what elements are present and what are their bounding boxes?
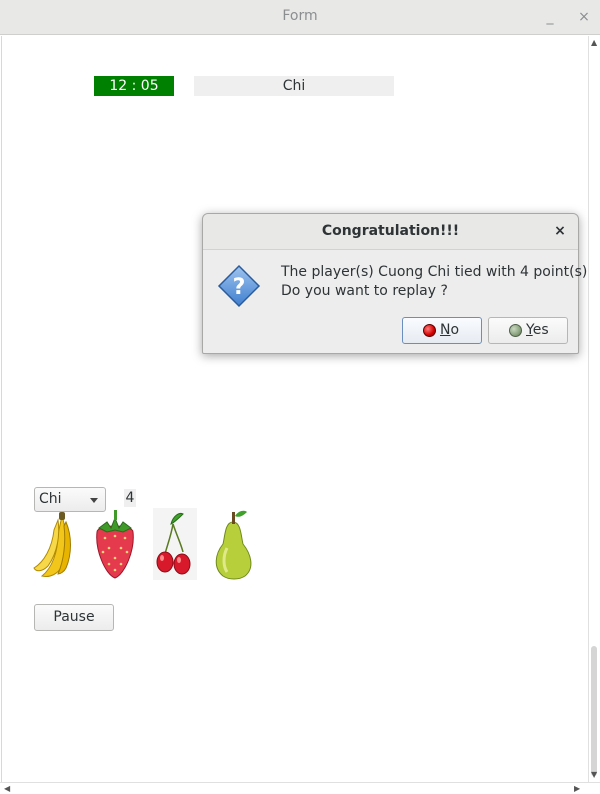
timer-display: 12 : 05 — [94, 76, 174, 96]
horizontal-scrollbar[interactable]: ◀ ▶ — [0, 782, 600, 794]
dialog-message: The player(s) Cuong Chi tied with 4 poin… — [281, 263, 587, 301]
question-icon: ? — [217, 264, 261, 308]
chevron-down-icon — [90, 498, 98, 503]
no-button[interactable]: No — [402, 317, 482, 344]
scroll-down-icon[interactable]: ▼ — [591, 770, 597, 779]
minimize-button[interactable]: _ — [540, 7, 560, 27]
main-window: Form _ × 12 : 05 Chi Chi 4 Pause ▲ ▼ ◀ ▶… — [0, 0, 600, 794]
dialog-title-bar[interactable]: Congratulation!!! × — [203, 214, 578, 250]
yes-button[interactable]: Yes — [488, 317, 568, 344]
scroll-up-icon[interactable]: ▲ — [591, 38, 597, 47]
svg-text:?: ? — [233, 275, 246, 300]
no-status-icon — [423, 324, 436, 337]
form-content — [1, 36, 588, 782]
dialog-title: Congratulation!!! — [321, 223, 460, 239]
dialog-message-line1: The player(s) Cuong Chi tied with 4 poin… — [281, 264, 588, 280]
pause-button[interactable]: Pause — [34, 604, 114, 631]
window-title: Form — [282, 8, 318, 24]
dialog-message-line2: Do you want to replay ? — [281, 283, 448, 299]
vertical-scrollbar[interactable]: ▲ ▼ — [588, 36, 600, 782]
dialog-close-button[interactable]: × — [552, 223, 568, 239]
yes-status-icon — [509, 324, 522, 337]
yes-button-label: Yes — [526, 322, 549, 338]
vertical-scroll-thumb[interactable] — [591, 646, 597, 776]
player-select-value: Chi — [39, 491, 62, 507]
score-value: 4 — [124, 489, 136, 507]
strawberry-icon — [96, 510, 134, 579]
no-button-label: No — [440, 322, 460, 338]
cherry-icon — [153, 508, 197, 580]
current-player-label: Chi — [194, 76, 394, 96]
pear-icon — [215, 510, 252, 580]
close-window-button[interactable]: × — [574, 7, 594, 27]
scroll-left-icon[interactable]: ◀ — [4, 784, 10, 793]
banana-icon — [33, 512, 71, 577]
title-bar[interactable]: Form _ × — [0, 0, 600, 35]
congratulation-dialog: Congratulation!!! × ? The player(s) Cuon… — [202, 213, 587, 354]
scroll-right-icon[interactable]: ▶ — [574, 784, 580, 793]
